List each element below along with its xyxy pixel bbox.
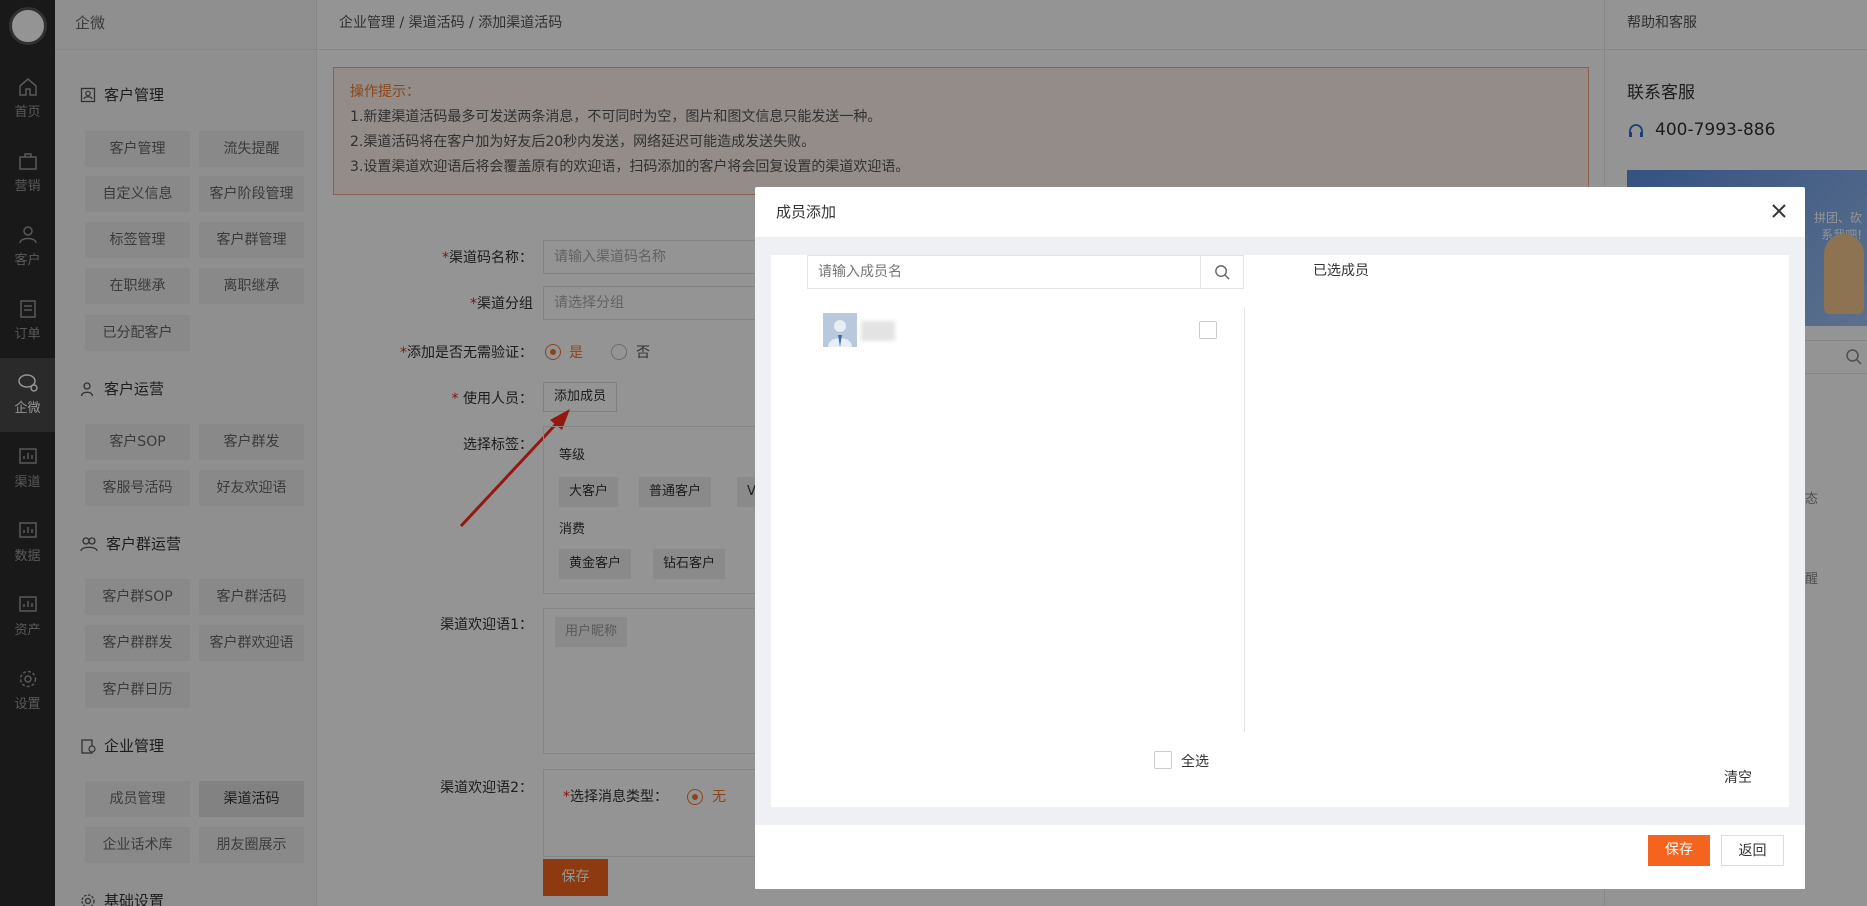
dialog-back-button[interactable]: 返回 [1721,835,1784,866]
member-picker: 已选成员 全选 清空 [771,255,1789,807]
dialog-save-button[interactable]: 保存 [1648,835,1710,866]
member-add-dialog: 成员添加 已选成员 全选 清空 保存 返回 [755,187,1805,889]
avatar [823,313,857,347]
member-list-item[interactable] [823,313,1183,347]
member-search-input[interactable] [808,256,1198,288]
member-search [807,255,1244,289]
dialog-title: 成员添加 [755,187,1805,238]
search-icon [1215,265,1230,280]
member-name-blurred [861,321,895,341]
dialog-body: 已选成员 全选 清空 [755,238,1805,825]
select-all-checkbox[interactable] [1154,751,1172,769]
dialog-footer: 保存 返回 [755,825,1805,889]
selected-members-title: 已选成员 [1313,263,1369,279]
person-silhouette-icon [828,320,852,347]
close-icon[interactable] [1767,199,1791,223]
picker-divider [1244,307,1245,732]
member-search-button[interactable] [1200,256,1243,288]
clear-button[interactable]: 清空 [1724,767,1752,787]
member-checkbox[interactable] [1199,321,1217,339]
select-all-label[interactable]: 全选 [1181,751,1209,771]
